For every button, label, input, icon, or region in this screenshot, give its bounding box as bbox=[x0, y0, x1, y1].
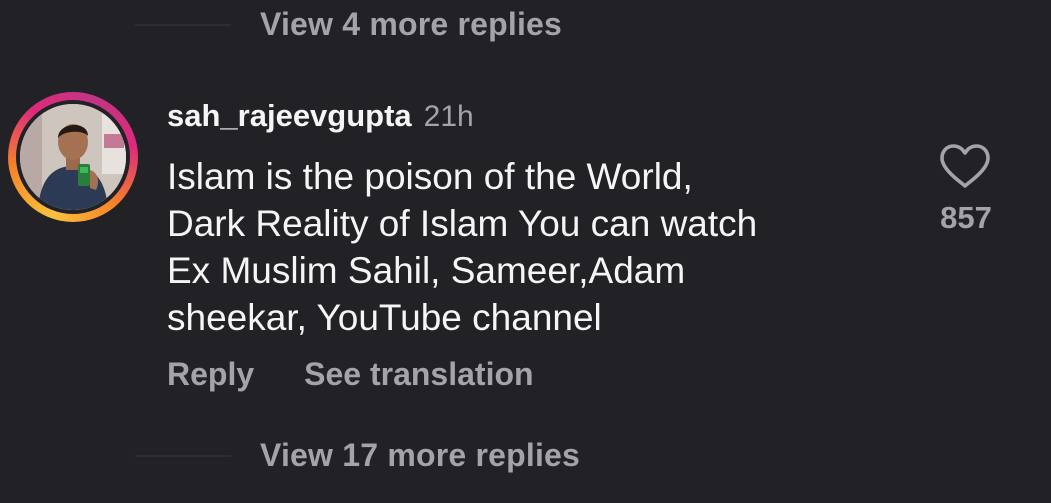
comment-username[interactable]: sah_rajeevgupta bbox=[167, 98, 412, 134]
story-ring[interactable] bbox=[8, 92, 138, 222]
view-more-replies-bottom[interactable]: View 17 more replies bbox=[135, 437, 580, 474]
view-more-replies-top[interactable]: View 4 more replies bbox=[135, 6, 562, 43]
reply-thread-divider bbox=[135, 454, 231, 457]
see-translation-button[interactable]: See translation bbox=[304, 356, 533, 393]
view-more-replies-label[interactable]: View 4 more replies bbox=[260, 6, 562, 43]
comment-actions: Reply See translation bbox=[167, 356, 534, 393]
comment-body: Islam is the poison of the World, Dark R… bbox=[167, 156, 758, 338]
view-more-replies-label[interactable]: View 17 more replies bbox=[260, 437, 580, 474]
avatar[interactable] bbox=[20, 104, 126, 210]
comment-timestamp: 21h bbox=[423, 100, 474, 133]
like-button[interactable] bbox=[938, 143, 992, 189]
comment-header: sah_rajeevgupta 21h bbox=[167, 98, 474, 134]
reply-thread-divider bbox=[135, 23, 231, 26]
reply-button[interactable]: Reply bbox=[167, 356, 254, 393]
avatar-photo bbox=[20, 104, 126, 210]
like-count: 857 bbox=[940, 200, 992, 235]
heart-outline-icon bbox=[940, 144, 990, 188]
